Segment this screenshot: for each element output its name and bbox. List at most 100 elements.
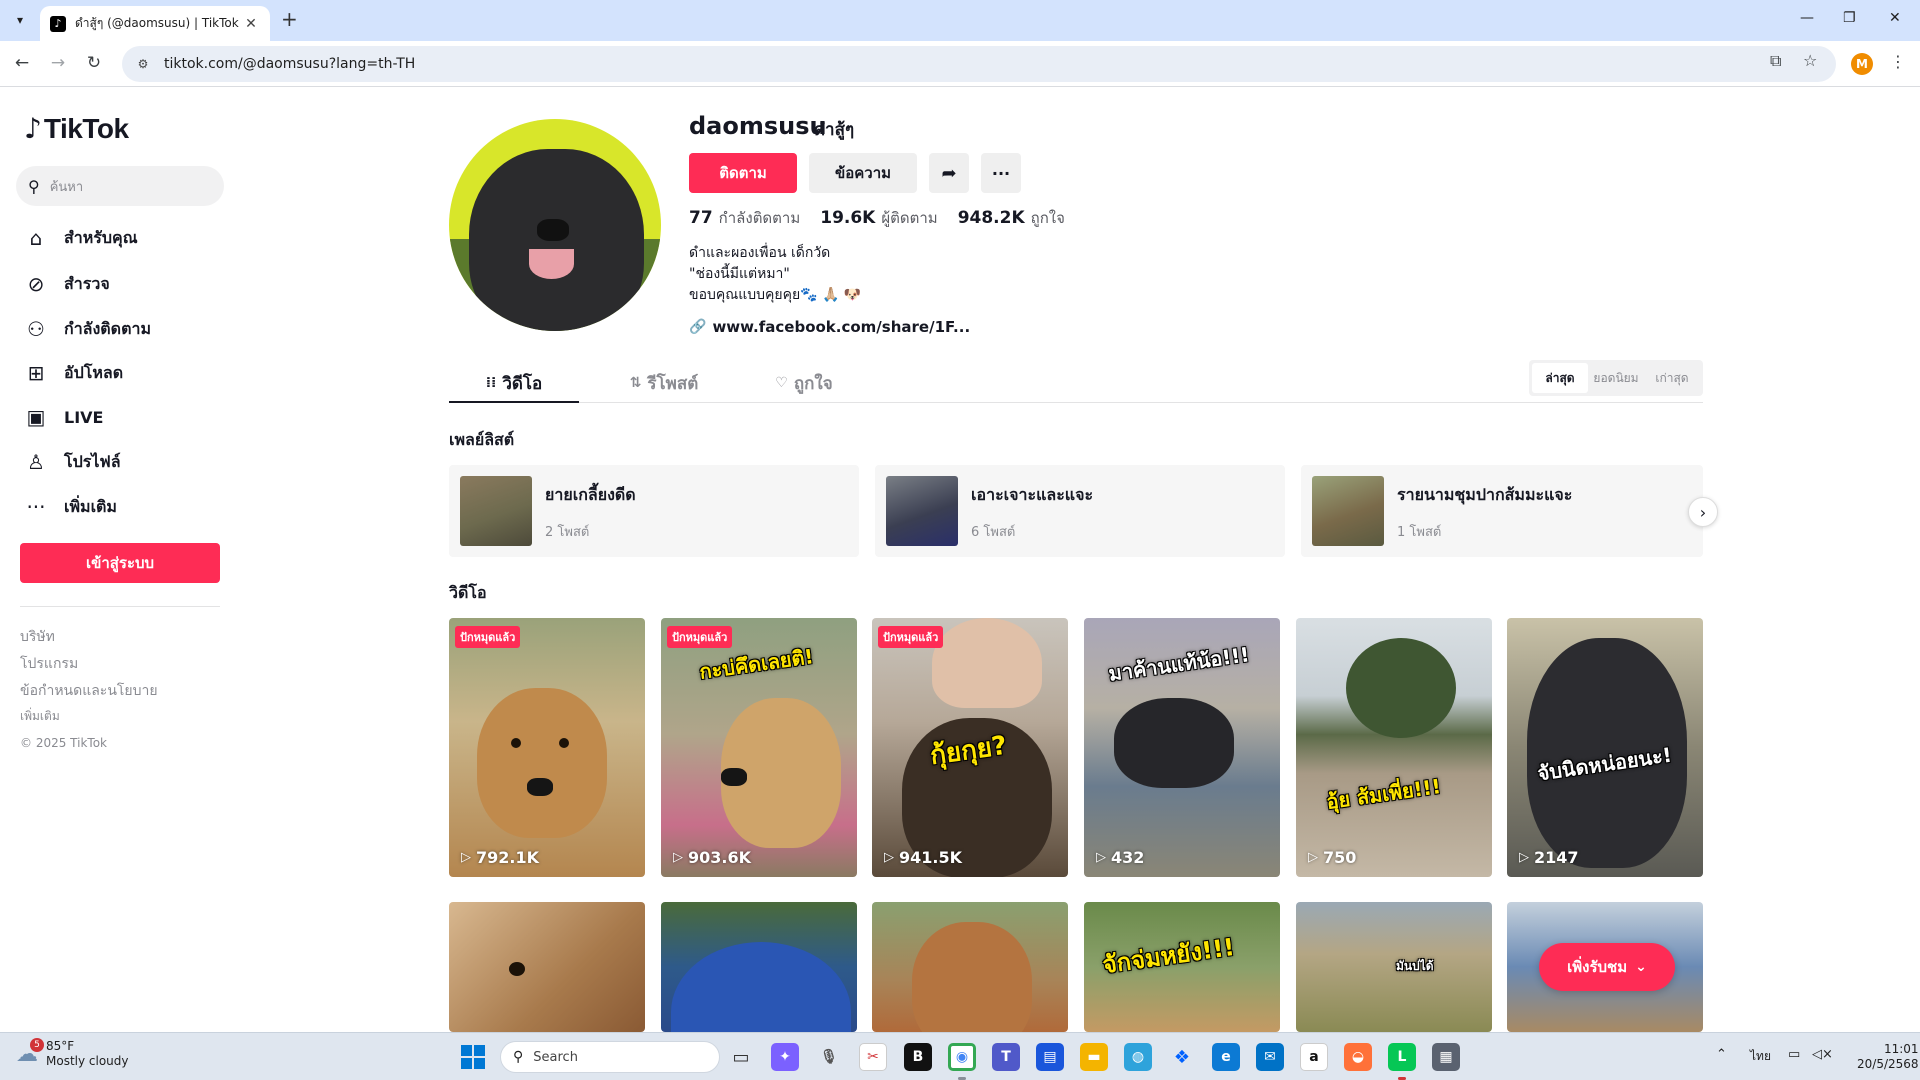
profile-link[interactable]: 🔗 www.facebook.com/share/1F... [689,318,970,336]
video-card[interactable]: ปักหมุดแล้ว กุ้ยกุย? ▷ 941.5K [872,618,1068,877]
install-app-icon[interactable]: ⧉ [1770,51,1781,71]
video-card[interactable]: ปักหมุดแล้ว ▷ 792.1K [449,618,645,877]
browser-menu-icon[interactable]: ⋮ [1890,52,1906,71]
back-button[interactable]: ← [11,53,33,73]
video-card[interactable] [449,902,645,1032]
sort-popular[interactable]: ยอดนิยม [1588,363,1644,393]
snipping-tool-icon[interactable]: ✂ [859,1043,887,1071]
store-icon[interactable]: ▤ [1036,1043,1064,1071]
profile-link-text[interactable]: www.facebook.com/share/1F... [712,318,970,336]
tab-reposts[interactable]: ⇅ รีโพสต์ [599,363,729,403]
browser-tab-active[interactable]: ♪ ดำสู้ๆ (@daomsusu) | TikTok ✕ [40,6,270,41]
video-thumbnail-detail [559,738,569,748]
sidebar-item-for-you[interactable]: ⌂ สำหรับคุณ [22,222,138,254]
login-button[interactable]: เข้าสู่ระบบ [20,543,220,583]
address-bar[interactable]: ⚙ tiktok.com/@daomsusu?lang=th-TH [122,46,1836,82]
address-url[interactable]: tiktok.com/@daomsusu?lang=th-TH [164,56,415,72]
tiktok-logo[interactable]: ♪ TikTok [24,112,129,145]
playlists-heading: เพลย์ลิสต์ [449,430,515,449]
sidebar-item-following[interactable]: ⚇ กำลังติดตาม [22,313,151,345]
close-window-button[interactable]: ✕ [1889,10,1901,26]
tab-search-button[interactable]: ▾ [8,8,32,32]
line-app-icon[interactable]: L [1388,1043,1416,1071]
volume-muted-icon[interactable]: ◁× [1812,1047,1833,1062]
playlist-thumbnail [886,476,958,546]
following-count[interactable]: 77 [689,208,713,228]
minimize-button[interactable]: — [1800,10,1814,26]
teams-icon[interactable]: T [992,1043,1020,1071]
sidebar-item-label: อัปโหลด [64,362,124,382]
playlist-next-button[interactable]: › [1688,497,1718,527]
new-tab-button[interactable]: + [281,9,298,29]
sidebar-item-more[interactable]: ··· เพิ่มเติม [22,491,117,523]
taskbar-search[interactable]: ⚲ Search [500,1041,720,1073]
sidebar-item-label: กำลังติดตาม [64,318,151,338]
footer-program-link[interactable]: โปรแกรม [20,653,78,675]
video-thumbnail-detail [527,778,553,796]
view-count-value: 903.6K [688,848,752,867]
file-explorer-icon[interactable]: ▬ [1080,1043,1108,1071]
mail-icon[interactable]: ✉ [1256,1043,1284,1071]
windows-logo-pane [474,1058,485,1069]
network-icon[interactable]: ▭ [1788,1047,1800,1062]
sidebar-item-profile[interactable]: ♙ โปรไฟล์ [22,446,121,478]
footer-company-link[interactable]: บริษัท [20,626,55,648]
search-input[interactable]: ⚲ ค้นหา [16,166,224,206]
task-view-icon[interactable]: ▭ [727,1043,755,1071]
sidebar-item-label: โปรไฟล์ [64,451,121,471]
playlist-card[interactable]: ยายเกลี้ยงดีด 2 โพสต์ [449,465,859,557]
restore-button[interactable]: ❐ [1843,10,1856,26]
sort-oldest[interactable]: เก่าสุด [1644,363,1700,393]
followers-count[interactable]: 19.6K [820,208,875,228]
copilot-icon[interactable]: ✦ [771,1043,799,1071]
video-card[interactable]: ปักหมุดแล้ว กะบ่คึดเลยติ! ▷ 903.6K [661,618,857,877]
input-language[interactable]: ไทย [1750,1047,1771,1066]
browser-profile-avatar[interactable]: M [1851,53,1873,75]
forward-button[interactable]: → [47,53,69,73]
sidebar-item-explore[interactable]: ⊘ สำรวจ [22,268,110,300]
video-card[interactable]: จับนิดหน่อยนะ! ▷ 2147 [1507,618,1703,877]
tab-videos[interactable]: ⁞⁞ วิดีโอ [449,363,579,403]
video-thumbnail-detail [511,738,521,748]
reload-button[interactable]: ↻ [83,53,105,73]
message-button[interactable]: ข้อความ [809,153,917,193]
video-card[interactable]: อุ้ย ส้มเพี่ย!!! ▷ 750 [1296,618,1492,877]
share-button[interactable]: ➦ [929,153,969,193]
firefox-icon[interactable]: ◒ [1344,1043,1372,1071]
footer-more-link[interactable]: เพิ่มเติม [20,707,60,726]
start-button[interactable] [461,1045,485,1069]
calculator-icon[interactable]: ▦ [1432,1043,1460,1071]
edge-icon[interactable]: e [1212,1043,1240,1071]
tab-close-icon[interactable]: ✕ [242,16,260,32]
playlist-title: รายนามชุมปากส้มมะแจะ [1397,485,1573,504]
more-options-button[interactable]: ··· [981,153,1021,193]
tab-liked[interactable]: ♡ ถูกใจ [739,363,869,403]
globe-app-icon[interactable]: ◍ [1124,1043,1152,1071]
chevron-down-icon: ⌄ [1635,959,1647,975]
taskbar-clock[interactable]: 11:01 20/5/2568 [1857,1042,1919,1072]
tray-overflow-icon[interactable]: ⌃ [1716,1047,1727,1062]
follow-button[interactable]: ติดตาม [689,153,797,193]
video-card[interactable] [872,902,1068,1032]
microphone-app-icon[interactable]: 🎙 [815,1043,843,1071]
sidebar-item-upload[interactable]: ⊞ อัปโหลด [22,357,124,389]
video-card[interactable]: จักจ่มหยัง!!! [1084,902,1280,1032]
dropbox-icon[interactable]: ❖ [1168,1043,1196,1071]
sidebar-item-live[interactable]: ▣ LIVE [22,401,104,433]
video-card[interactable]: มันบ่ได้ [1296,902,1492,1032]
amazon-icon[interactable]: a [1300,1043,1328,1071]
playlist-card[interactable]: รายนามชุมปากส้มมะแจะ 1 โพสต์ [1301,465,1703,557]
sort-latest[interactable]: ล่าสุด [1532,363,1588,393]
site-info-icon[interactable]: ⚙ [132,53,154,75]
b-app-icon[interactable]: B [904,1043,932,1071]
bookmark-star-icon[interactable]: ☆ [1803,51,1817,70]
chrome-icon[interactable]: ◉ [948,1043,976,1071]
recently-watched-button[interactable]: เพิ่งรับชม ⌄ [1539,943,1675,991]
playlist-card[interactable]: เอาะเจาะและแจะ 6 โพสต์ [875,465,1285,557]
video-card[interactable] [661,902,857,1032]
footer-terms-link[interactable]: ข้อกำหนดและนโยบาย [20,680,158,702]
video-card[interactable]: มาค้านแท้น้อ!!! ▷ 432 [1084,618,1280,877]
weather-widget[interactable]: ☁ 5 85°F Mostly cloudy [16,1037,129,1069]
play-icon: ▷ [461,850,471,865]
tab-title: ดำสู้ๆ (@daomsusu) | TikTok [75,16,239,30]
